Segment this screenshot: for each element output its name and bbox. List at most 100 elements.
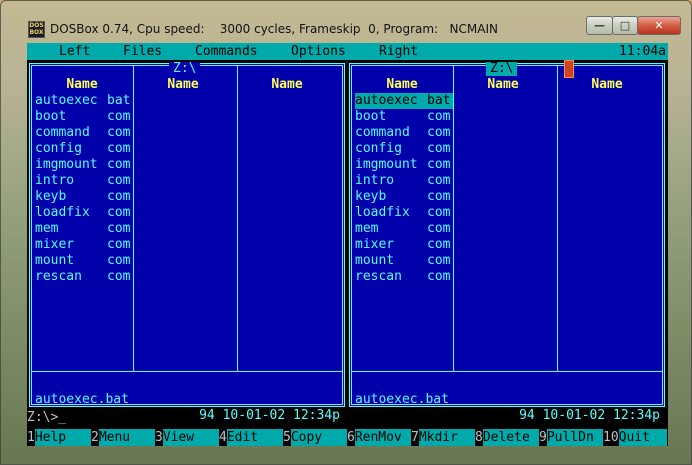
file-extension: com [107, 157, 131, 172]
file-row[interactable]: autoexec bat [35, 93, 135, 109]
file-row[interactable]: mem com [355, 221, 455, 237]
file-row[interactable]: imgmount com [355, 157, 455, 173]
file-row[interactable]: keyb com [355, 189, 455, 205]
column-header-name: Name [386, 77, 418, 92]
function-key-number: 5 [283, 430, 291, 445]
status-fileinfo: 94 10-01-02 12:34p [199, 408, 340, 423]
function-key-renmov[interactable]: 6RenMov [347, 429, 411, 446]
file-name: imgmount [35, 157, 98, 172]
file-row[interactable]: boot com [355, 109, 455, 125]
file-row[interactable]: mount com [355, 253, 455, 269]
column-header-name: Name [487, 77, 519, 92]
function-key-number: 3 [155, 430, 163, 445]
function-key-label: Quit [618, 429, 667, 446]
function-key-number: 7 [411, 430, 419, 445]
file-name: rescan [355, 269, 402, 284]
dos-screen[interactable]: Left Files Commands Options Right 11:04a… [27, 43, 668, 446]
function-key-quit[interactable]: 10Quit [603, 429, 667, 446]
file-name: mixer [355, 237, 395, 252]
file-name: mem [35, 221, 59, 236]
function-key-label: Delete [482, 429, 539, 446]
function-key-view[interactable]: 3View [155, 429, 219, 446]
file-name: imgmount [355, 157, 418, 172]
maximize-button[interactable]: □ [612, 16, 638, 35]
file-extension: com [107, 221, 131, 236]
file-extension: com [107, 173, 131, 188]
file-extension: com [427, 253, 451, 268]
file-name: autoexec [35, 93, 98, 108]
status-filename: autoexec.bat [355, 392, 449, 407]
file-extension: com [427, 125, 451, 140]
file-name: mount [355, 253, 395, 268]
function-key-label: View [162, 429, 219, 446]
dosbox-app-icon[interactable]: DOS BOX [28, 21, 45, 38]
function-key-mkdir[interactable]: 7Mkdir [411, 429, 475, 446]
file-row[interactable]: command com [35, 125, 135, 141]
menu-commands[interactable]: Commands [195, 43, 258, 60]
file-name: keyb [35, 189, 67, 204]
file-row[interactable]: mem com [35, 221, 135, 237]
file-extension: com [427, 109, 451, 124]
menu-right[interactable]: Right [379, 43, 418, 60]
window-title: DOSBox 0.74, Cpu speed: 3000 cycles, Fra… [50, 22, 498, 36]
file-row[interactable]: imgmount com [35, 157, 135, 173]
file-row[interactable]: autoexec bat [355, 93, 453, 109]
file-name: mount [35, 253, 75, 268]
file-name: command [355, 125, 410, 140]
file-name: loadfix [35, 205, 90, 220]
file-row[interactable]: mixer com [35, 237, 135, 253]
file-row[interactable]: keyb com [35, 189, 135, 205]
menu-options[interactable]: Options [291, 43, 346, 60]
function-key-bar: 1Help 2Menu 3View 4Edit 5Copy 6RenMov 7Mkdir 8D… [27, 429, 668, 446]
file-extension: com [107, 237, 131, 252]
column-divider [557, 66, 558, 371]
file-row[interactable]: loadfix com [355, 205, 455, 221]
file-name: loadfix [355, 205, 410, 220]
function-key-delete[interactable]: 8Delete [475, 429, 539, 446]
right-file-panel[interactable]: Z:\ Name Name Name autoexec bat boot com com… [349, 62, 665, 423]
close-icon: ✕ [654, 19, 664, 32]
file-extension: com [427, 205, 451, 220]
function-key-pulldn[interactable]: 9PullDn [539, 429, 603, 446]
file-extension: bat [107, 93, 131, 108]
function-key-label: Mkdir [418, 429, 475, 446]
file-row[interactable]: command com [355, 125, 455, 141]
file-row[interactable]: loadfix com [35, 205, 135, 221]
file-name: boot [355, 109, 387, 124]
function-key-edit[interactable]: 4Edit [219, 429, 283, 446]
function-key-label: Copy [290, 429, 347, 446]
file-row[interactable]: config com [355, 141, 455, 157]
file-row[interactable]: intro com [355, 173, 455, 189]
function-key-label: Help [34, 429, 91, 446]
command-prompt[interactable]: Z:\>_ [27, 410, 66, 426]
menu-files[interactable]: Files [123, 43, 162, 60]
status-separator [352, 371, 662, 372]
file-name: config [355, 141, 402, 156]
file-row[interactable]: config com [35, 141, 135, 157]
function-key-label: Menu [98, 429, 155, 446]
column-divider [237, 66, 238, 371]
function-key-menu[interactable]: 2Menu [91, 429, 155, 446]
file-name: keyb [355, 189, 387, 204]
file-name: mem [355, 221, 379, 236]
function-key-number: 2 [91, 430, 99, 445]
file-extension: com [427, 237, 451, 252]
file-extension: com [107, 205, 131, 220]
function-key-copy[interactable]: 5Copy [283, 429, 347, 446]
minimize-button[interactable]: — [586, 16, 613, 35]
column-header-name: Name [271, 77, 303, 92]
file-row[interactable]: mount com [35, 253, 135, 269]
file-row[interactable]: rescan com [35, 269, 135, 285]
left-file-panel[interactable]: Z:\ Name Name Name autoexec bat boot com com… [29, 62, 345, 423]
title-bar[interactable]: DOS BOX DOSBox 0.74, Cpu speed: 3000 cyc… [1, 1, 692, 42]
file-row[interactable]: mixer com [355, 237, 455, 253]
file-name: autoexec [355, 93, 418, 108]
menu-left[interactable]: Left [59, 43, 90, 60]
file-row[interactable]: rescan com [355, 269, 455, 285]
right-panel-path: Z:\ [486, 62, 518, 76]
file-extension: com [427, 221, 451, 236]
function-key-help[interactable]: 1Help [27, 429, 91, 446]
file-row[interactable]: intro com [35, 173, 135, 189]
close-button[interactable]: ✕ [637, 16, 681, 35]
file-row[interactable]: boot com [35, 109, 135, 125]
